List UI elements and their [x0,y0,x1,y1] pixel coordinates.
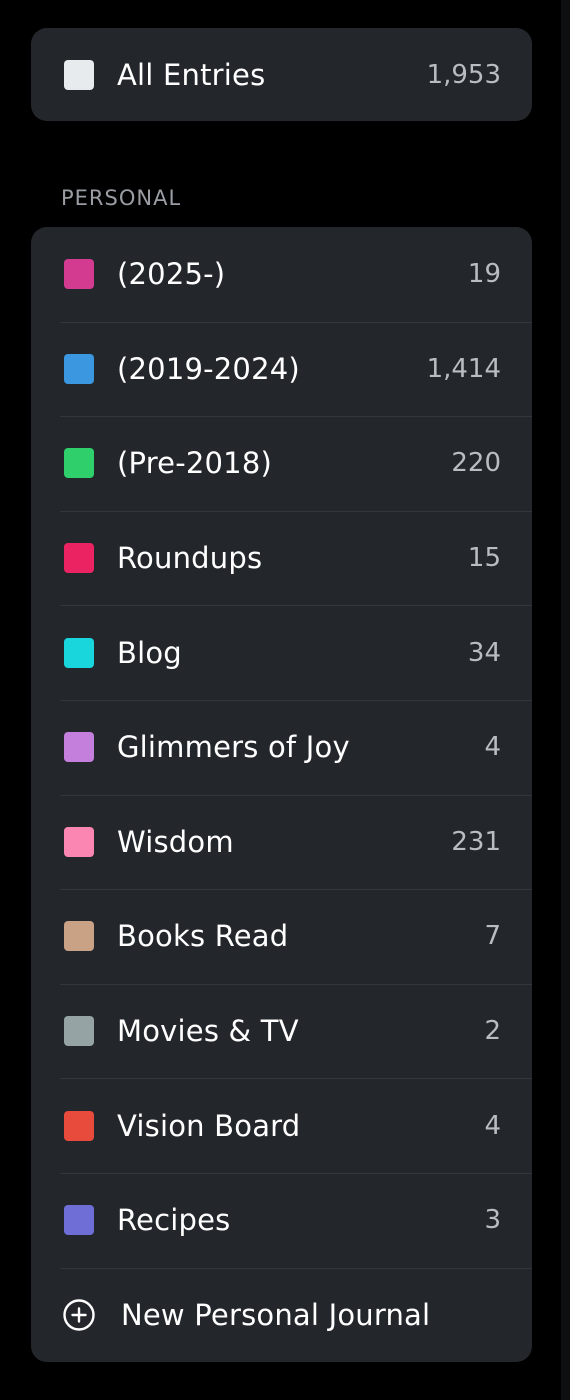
journal-name: Wisdom [117,824,234,859]
journal-row[interactable]: Wisdom 231 [31,794,532,890]
journal-color-swatch [64,353,94,384]
journal-color-swatch [64,1016,94,1047]
journal-name: (Pre-2018) [117,446,273,481]
journal-row[interactable]: Recipes 3 [31,1172,532,1268]
journal-row[interactable]: (2025-) 19 [31,227,532,322]
plus-circle-icon [63,1299,95,1331]
journal-name: Movies & TV [117,1014,299,1049]
section-header-personal: PERSONAL [61,186,182,210]
journal-color-swatch [64,259,94,290]
journal-entry-count: 4 [484,1110,501,1141]
journal-entry-count: 3 [484,1205,501,1236]
window-edge [561,0,570,1400]
journal-color-swatch [64,732,94,763]
journal-color-swatch [64,826,94,857]
journal-name: (2019-2024) [117,351,300,386]
all-entries-row[interactable]: All Entries 1,953 [31,28,532,121]
journal-row[interactable]: Movies & TV 2 [31,983,532,1079]
all-entries-count: 1,953 [426,59,501,90]
all-entries-color-swatch [64,59,94,90]
journal-entry-count: 220 [451,448,501,479]
journal-entry-count: 231 [451,826,501,857]
journal-name: Vision Board [117,1108,301,1143]
journal-row[interactable]: Books Read 7 [31,889,532,984]
journal-entry-count: 19 [467,259,501,290]
journal-entry-count: 1,414 [426,353,501,384]
journal-row[interactable]: Glimmers of Joy 4 [31,699,532,795]
personal-journals-card: (2025-) 19 (2019-2024) 1,414 (Pre-2018) … [31,227,532,1362]
journal-row[interactable]: (2019-2024) 1,414 [31,321,532,417]
journal-entry-count: 34 [467,637,501,668]
journal-entry-count: 4 [484,732,501,763]
journal-color-swatch [64,921,94,952]
journal-color-swatch [64,543,94,574]
journal-row[interactable]: Roundups 15 [31,510,532,606]
all-entries-card: All Entries 1,953 [31,28,532,121]
journal-row[interactable]: Blog 34 [31,605,532,700]
journal-color-swatch [64,1110,94,1141]
journal-color-swatch [64,448,94,479]
journal-row[interactable]: Vision Board 4 [31,1078,532,1173]
journal-name: Books Read [117,919,289,954]
journal-entry-count: 2 [484,1016,501,1047]
journal-color-swatch [64,1205,94,1236]
new-personal-journal-button[interactable]: New Personal Journal [31,1267,532,1362]
journal-entry-count: 7 [484,921,501,952]
new-personal-journal-label: New Personal Journal [121,1297,431,1332]
journal-name: Recipes [117,1203,231,1238]
all-entries-label: All Entries [117,57,266,92]
journal-row[interactable]: (Pre-2018) 220 [31,416,532,511]
journal-name: Roundups [117,541,263,576]
journal-name: (2025-) [117,257,226,292]
journal-name: Glimmers of Joy [117,730,350,765]
journal-color-swatch [64,637,94,668]
journal-name: Blog [117,635,182,670]
journal-entry-count: 15 [467,543,501,574]
